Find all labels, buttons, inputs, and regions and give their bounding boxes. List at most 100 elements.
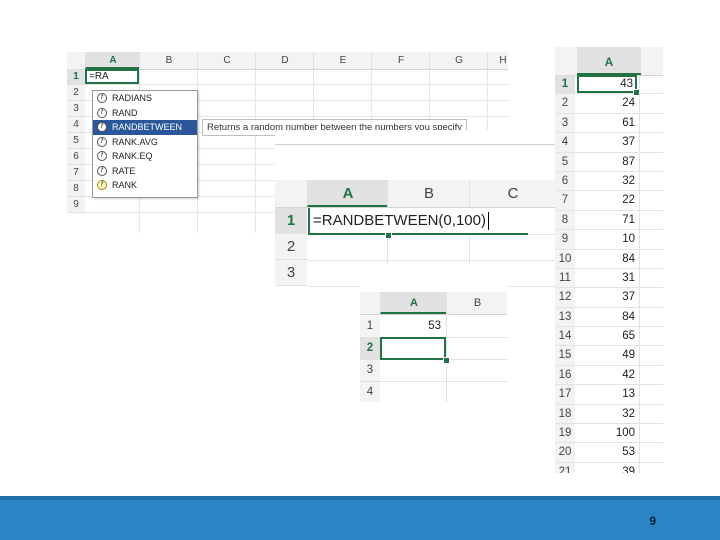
row-header[interactable]: 3 [360,360,380,382]
row-header[interactable]: 1 [555,75,575,94]
cell-value[interactable]: 32 [577,405,635,423]
table-row: 18 32 [555,404,663,425]
cell-value[interactable]: 42 [577,366,635,384]
row-header[interactable]: 21 [555,462,575,473]
fill-handle[interactable] [385,232,392,239]
column-header-b[interactable]: B [387,180,470,207]
row-header[interactable]: 13 [555,307,575,327]
formula-cell-a1[interactable]: =RANDBETWEEN(0,100) [308,208,528,235]
grid-line [639,113,640,133]
cell-value[interactable]: 22 [577,191,635,209]
row-header[interactable]: 2 [360,338,380,360]
grid-line [380,381,507,382]
column-header-h[interactable]: H [487,52,508,69]
active-cell-a1[interactable]: =RA [85,69,139,84]
row-header[interactable]: 3 [67,101,85,117]
row-header[interactable]: 6 [555,171,575,191]
cell-value[interactable]: 24 [577,94,635,112]
row-header[interactable]: 8 [555,210,575,230]
row-header[interactable]: 12 [555,288,575,307]
text-caret [487,212,489,231]
cell-value[interactable]: 37 [577,133,635,151]
row-header[interactable]: 3 [275,260,307,286]
row-header[interactable]: 6 [67,149,85,165]
autocomplete-item-label: RATE [112,165,136,176]
table-row: 17 13 [555,385,663,405]
fill-handle[interactable] [443,357,450,364]
row-header[interactable]: 7 [67,165,85,181]
column-header-c[interactable]: C [197,52,256,69]
row-header[interactable]: 1 [275,208,307,234]
row-header[interactable]: 4 [555,133,575,152]
column-header-a[interactable]: A [307,180,388,207]
row-header[interactable]: 16 [555,365,575,385]
cell-value[interactable]: 49 [577,346,635,364]
column-header-g[interactable]: G [429,52,488,69]
cell-value[interactable]: 71 [577,211,635,229]
row-header[interactable]: 18 [555,404,575,424]
cell-value[interactable]: 43 [577,75,637,94]
cell-value[interactable]: 84 [577,308,635,326]
column-header-d[interactable]: D [255,52,314,69]
row-header[interactable]: 3 [555,113,575,133]
row-header[interactable]: 10 [555,249,575,268]
row-header[interactable]: 4 [67,117,85,133]
column-header-c[interactable]: C [469,180,555,207]
grid-line [639,152,640,171]
autocomplete-item-rate[interactable]: f RATE [93,164,197,179]
row-header[interactable]: 20 [555,443,575,462]
autocomplete-item-label: RANK [112,180,138,190]
selected-cell-a2[interactable] [380,337,446,360]
row-header[interactable]: 7 [555,191,575,210]
row-header[interactable]: 9 [555,230,575,249]
autocomplete-item-radians[interactable]: f RADIANS [93,91,197,106]
cell-value[interactable]: 39 [577,463,635,473]
column-header-b[interactable]: B [139,52,198,69]
column-header-e[interactable]: E [313,52,372,69]
cell-value[interactable]: 61 [577,114,635,132]
autocomplete-item-rand[interactable]: f RAND [93,106,197,121]
column-header-b[interactable]: B [446,292,507,314]
row-header[interactable]: 8 [67,181,85,197]
row-header[interactable]: 2 [67,85,85,101]
row-header[interactable]: 17 [555,385,575,404]
result-value-a1[interactable]: 53 [381,316,445,337]
cell-value[interactable]: 32 [577,172,635,190]
table-row: 2 24 [555,94,663,114]
row-header[interactable]: 19 [555,424,575,443]
cell-value[interactable]: 13 [577,385,635,403]
column-header-row: A B C [275,180,555,208]
row-header[interactable]: 15 [555,346,575,365]
row-header[interactable]: 1 [360,316,380,338]
column-header-a[interactable]: A [85,52,140,69]
row-header[interactable]: 11 [555,268,575,288]
column-header-a[interactable]: A [577,47,641,75]
cell-value[interactable]: 100 [577,424,635,442]
cell-value[interactable]: 65 [577,327,635,345]
table-row: 11 31 [555,268,663,289]
autocomplete-item-rank-eq[interactable]: f RANK.EQ [93,149,197,164]
cell-value[interactable]: 84 [577,250,635,268]
column-header-a[interactable]: A [380,292,447,314]
row-header[interactable]: 5 [67,133,85,149]
cell-value[interactable]: 87 [577,153,635,171]
row-header[interactable]: 14 [555,327,575,346]
table-row: 14 65 [555,327,663,347]
table-row: 9 10 [555,230,663,250]
row-header[interactable]: 9 [67,197,85,213]
row-header[interactable]: 2 [555,94,575,113]
cell-value[interactable]: 10 [577,230,635,248]
autocomplete-item-rank[interactable]: f RANK [93,178,197,193]
autocomplete-item-rank-avg[interactable]: f RANK.AVG [93,135,197,150]
grid-line [639,191,640,210]
row-header[interactable]: 2 [275,234,307,260]
cell-value[interactable]: 53 [577,443,635,461]
row-header[interactable]: 1 [67,69,85,85]
cell-value[interactable]: 31 [577,269,635,287]
row-header[interactable]: 5 [555,152,575,171]
cell-value[interactable]: 37 [577,288,635,306]
function-icon: f [97,136,107,147]
autocomplete-item-randbetween[interactable]: f RANDBETWEEN [93,120,197,135]
row-header[interactable]: 4 [360,382,380,402]
column-header-f[interactable]: F [371,52,430,69]
